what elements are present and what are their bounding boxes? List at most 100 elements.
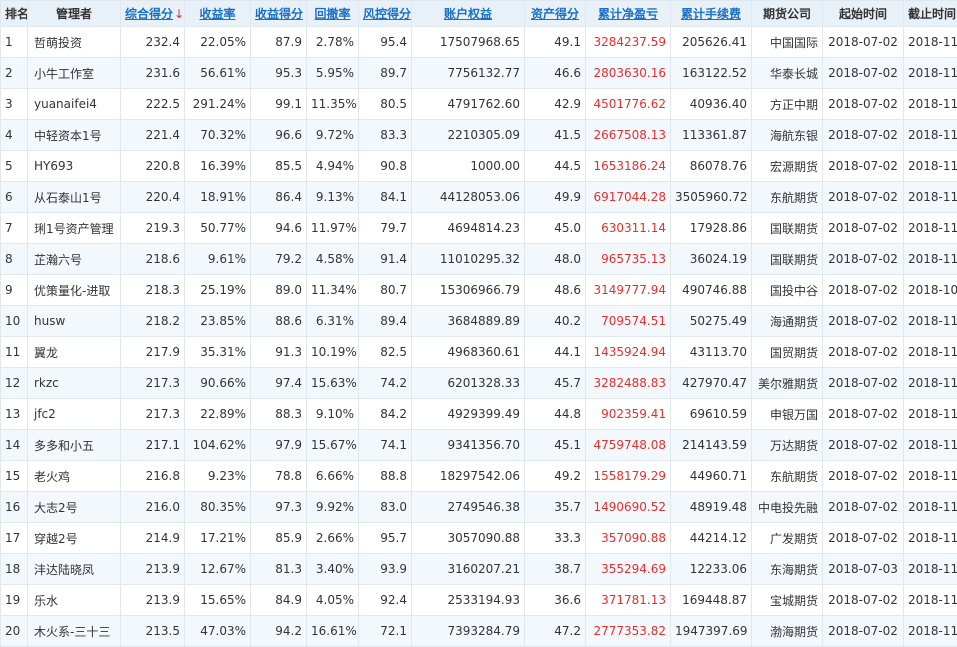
cell-asset-score: 49.2 xyxy=(525,461,586,492)
table-row[interactable]: 19乐水213.915.65%84.94.05%92.42533194.9336… xyxy=(1,585,957,616)
table-row[interactable]: 3yuanaifei4222.5291.24%99.111.35%80.5479… xyxy=(1,89,957,120)
table-row[interactable]: 4中轻资本1号221.470.32%96.69.72%83.32210305.0… xyxy=(1,120,957,151)
cell-asset-score: 48.0 xyxy=(525,244,586,275)
cell-equity: 6201328.33 xyxy=(412,368,525,399)
cell-manager[interactable]: rkzc xyxy=(28,368,121,399)
cell-composite-score: 232.4 xyxy=(121,27,185,58)
cell-drawdown: 2.78% xyxy=(307,27,359,58)
cell-equity: 9341356.70 xyxy=(412,430,525,461)
cell-return-score: 95.3 xyxy=(251,58,307,89)
cell-company: 东海期货 xyxy=(752,554,823,585)
table-row[interactable]: 10husw218.223.85%88.66.31%89.43684889.89… xyxy=(1,306,957,337)
table-row[interactable]: 18沣达陆晓凤213.912.67%81.33.40%93.93160207.2… xyxy=(1,554,957,585)
cell-manager[interactable]: 翼龙 xyxy=(28,337,121,368)
cell-asset-score: 46.6 xyxy=(525,58,586,89)
cell-manager[interactable]: 芷瀚六号 xyxy=(28,244,121,275)
cell-net-pnl: 4759748.08 xyxy=(586,430,671,461)
cell-manager[interactable]: 沣达陆晓凤 xyxy=(28,554,121,585)
cell-manager[interactable]: husw xyxy=(28,306,121,337)
cell-return-score: 94.2 xyxy=(251,616,307,647)
cell-drawdown: 9.10% xyxy=(307,399,359,430)
table-row[interactable]: 12rkzc217.390.66%97.415.63%74.26201328.3… xyxy=(1,368,957,399)
cell-manager[interactable]: 乐水 xyxy=(28,585,121,616)
header-composite-score[interactable]: 综合得分↓ xyxy=(121,1,185,27)
cell-manager[interactable]: 多多和小五 xyxy=(28,430,121,461)
table-row[interactable]: 9优策量化-进取218.325.19%89.011.34%80.71530696… xyxy=(1,275,957,306)
cell-end-date: 2018-11-16 xyxy=(904,120,957,151)
table-row[interactable]: 7琍1号资产管理219.350.77%94.611.97%79.74694814… xyxy=(1,213,957,244)
table-row[interactable]: 17穿越2号214.917.21%85.92.66%95.73057090.88… xyxy=(1,523,957,554)
cell-return-score: 78.8 xyxy=(251,461,307,492)
cell-manager[interactable]: 大志2号 xyxy=(28,492,121,523)
header-drawdown[interactable]: 回撤率 xyxy=(307,1,359,27)
cell-start-date: 2018-07-02 xyxy=(823,182,904,213)
cell-company: 广发期货 xyxy=(752,523,823,554)
cell-manager[interactable]: 中轻资本1号 xyxy=(28,120,121,151)
table-row[interactable]: 8芷瀚六号218.69.61%79.24.58%91.411010295.324… xyxy=(1,244,957,275)
table-row[interactable]: 2小牛工作室231.656.61%95.35.95%89.77756132.77… xyxy=(1,58,957,89)
cell-manager[interactable]: 优策量化-进取 xyxy=(28,275,121,306)
cell-equity: 3684889.89 xyxy=(412,306,525,337)
cell-risk-score: 74.1 xyxy=(359,430,412,461)
header-rank: 排名 xyxy=(1,1,28,27)
table-row[interactable]: 11翼龙217.935.31%91.310.19%82.54968360.614… xyxy=(1,337,957,368)
cell-rank: 1 xyxy=(1,27,28,58)
cell-drawdown: 6.31% xyxy=(307,306,359,337)
cell-composite-score: 214.9 xyxy=(121,523,185,554)
header-net-pnl[interactable]: 累计净盈亏 xyxy=(586,1,671,27)
table-row[interactable]: 5HY693220.816.39%85.54.94%90.81000.0044.… xyxy=(1,151,957,182)
cell-net-pnl: 1653186.24 xyxy=(586,151,671,182)
cell-asset-score: 42.9 xyxy=(525,89,586,120)
cell-end-date: 2018-11-16 xyxy=(904,151,957,182)
header-risk-score[interactable]: 风控得分 xyxy=(359,1,412,27)
cell-company: 申银万国 xyxy=(752,399,823,430)
cell-composite-score: 218.3 xyxy=(121,275,185,306)
header-return-rate[interactable]: 收益率 xyxy=(185,1,251,27)
cell-company: 东航期货 xyxy=(752,461,823,492)
table-row[interactable]: 15老火鸡216.89.23%78.86.66%88.818297542.064… xyxy=(1,461,957,492)
cell-company: 海航东银 xyxy=(752,120,823,151)
cell-composite-score: 220.4 xyxy=(121,182,185,213)
header-return-score[interactable]: 收益得分 xyxy=(251,1,307,27)
cell-return-score: 88.3 xyxy=(251,399,307,430)
cell-net-pnl: 902359.41 xyxy=(586,399,671,430)
table-row[interactable]: 14多多和小五217.1104.62%97.915.67%74.19341356… xyxy=(1,430,957,461)
cell-risk-score: 92.4 xyxy=(359,585,412,616)
header-equity[interactable]: 账户权益 xyxy=(412,1,525,27)
cell-end-date: 2018-10-29 xyxy=(904,275,957,306)
cell-net-pnl: 6917044.28 xyxy=(586,182,671,213)
cell-start-date: 2018-07-02 xyxy=(823,616,904,647)
table-row[interactable]: 13jfc2217.322.89%88.39.10%84.24929399.49… xyxy=(1,399,957,430)
cell-manager[interactable]: 木火系-三十三 xyxy=(28,616,121,647)
cell-asset-score: 40.2 xyxy=(525,306,586,337)
cell-risk-score: 91.4 xyxy=(359,244,412,275)
cell-manager[interactable]: 穿越2号 xyxy=(28,523,121,554)
table-row[interactable]: 6从石泰山1号220.418.91%86.49.13%84.144128053.… xyxy=(1,182,957,213)
cell-manager[interactable]: yuanaifei4 xyxy=(28,89,121,120)
cell-composite-score: 217.3 xyxy=(121,368,185,399)
cell-manager[interactable]: 老火鸡 xyxy=(28,461,121,492)
cell-manager[interactable]: 琍1号资产管理 xyxy=(28,213,121,244)
cell-start-date: 2018-07-02 xyxy=(823,399,904,430)
cell-manager[interactable]: HY693 xyxy=(28,151,121,182)
cell-return-rate: 47.03% xyxy=(185,616,251,647)
cell-manager[interactable]: 小牛工作室 xyxy=(28,58,121,89)
cell-risk-score: 89.7 xyxy=(359,58,412,89)
table-row[interactable]: 1哲萌投资232.422.05%87.92.78%95.417507968.65… xyxy=(1,27,957,58)
cell-return-score: 84.9 xyxy=(251,585,307,616)
cell-manager[interactable]: 哲萌投资 xyxy=(28,27,121,58)
cell-asset-score: 38.7 xyxy=(525,554,586,585)
cell-end-date: 2018-11-16 xyxy=(904,27,957,58)
table-row[interactable]: 16大志2号216.080.35%97.39.92%83.02749546.38… xyxy=(1,492,957,523)
cell-asset-score: 49.9 xyxy=(525,182,586,213)
cell-company: 中国国际 xyxy=(752,27,823,58)
table-row[interactable]: 20木火系-三十三213.547.03%94.216.61%72.1739328… xyxy=(1,616,957,647)
header-fees[interactable]: 累计手续费 xyxy=(671,1,752,27)
cell-asset-score: 49.1 xyxy=(525,27,586,58)
cell-return-rate: 56.61% xyxy=(185,58,251,89)
cell-manager[interactable]: 从石泰山1号 xyxy=(28,182,121,213)
header-asset-score[interactable]: 资产得分 xyxy=(525,1,586,27)
cell-manager[interactable]: jfc2 xyxy=(28,399,121,430)
cell-composite-score: 221.4 xyxy=(121,120,185,151)
cell-fees: 86078.76 xyxy=(671,151,752,182)
